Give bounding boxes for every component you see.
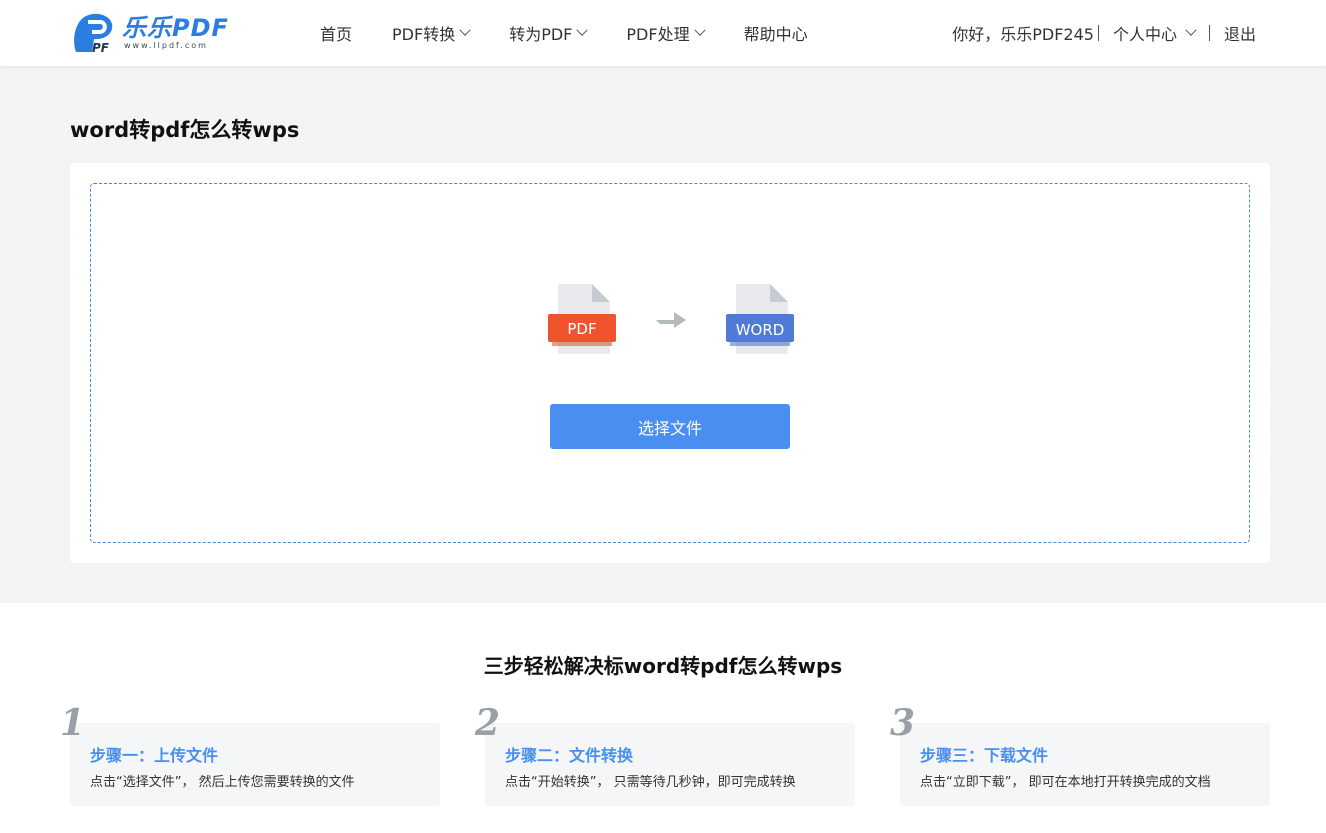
logo-title: 乐乐PDF xyxy=(122,14,229,42)
pdf-label: PDF xyxy=(567,320,596,338)
nav-pdf-convert-label: PDF转换 xyxy=(392,25,456,44)
user-greeting: 你好，乐乐PDF245 xyxy=(952,25,1094,44)
chevron-down-icon xyxy=(459,24,471,36)
step-card-upload: 1 步骤一：上传文件 点击“选择文件”， 然后上传您需要转换的文件 xyxy=(60,703,440,806)
nav-home-label: 首页 xyxy=(320,25,353,44)
step-title: 步骤二：文件转换 xyxy=(505,746,634,765)
pdf-file-icon: PDF xyxy=(548,284,616,354)
nav-to-pdf[interactable]: 转为PDF xyxy=(509,21,589,45)
step-desc: 点击“开始转换”， 只需等待几秒钟，即可完成转换 xyxy=(505,775,796,790)
word-label: WORD xyxy=(736,321,785,339)
nav-pdf-process-label: PDF处理 xyxy=(626,25,690,44)
nav-pdf-process[interactable]: PDF处理 xyxy=(626,21,706,45)
divider xyxy=(1208,25,1210,41)
select-file-button[interactable]: 选择文件 xyxy=(550,404,790,449)
nav-home[interactable]: 首页 xyxy=(320,21,352,45)
step-desc: 点击“选择文件”， 然后上传您需要转换的文件 xyxy=(90,775,355,790)
step-desc: 点击“立即下载”， 即可在本地打开转换完成的文档 xyxy=(920,775,1211,790)
logout-link[interactable]: 退出 xyxy=(1224,21,1256,45)
chevron-down-icon xyxy=(693,24,706,36)
main-area: word转pdf怎么转wps PDF WORD 选择文件 xyxy=(0,66,1326,603)
arrow-right-icon xyxy=(656,312,686,328)
step-number: 3 xyxy=(890,702,916,744)
logo-icon: PF xyxy=(74,13,113,54)
site-logo[interactable]: PF 乐乐PDF www.llpdf.com xyxy=(70,12,230,54)
word-file-icon: WORD xyxy=(726,284,794,354)
nav-help-center[interactable]: 帮助中心 xyxy=(744,21,808,45)
nav-help-center-label: 帮助中心 xyxy=(743,25,808,44)
user-area: 你好，乐乐PDF245 个人中心 退出 xyxy=(952,0,1256,66)
user-center-menu[interactable]: 个人中心 xyxy=(1112,21,1197,45)
chevron-down-icon xyxy=(576,24,589,36)
nav-to-pdf-label: 转为PDF xyxy=(509,25,573,44)
nav-pdf-convert[interactable]: PDF转换 xyxy=(392,21,471,45)
step-title: 步骤三：下载文件 xyxy=(920,746,1049,765)
chevron-down-icon xyxy=(1185,24,1197,36)
step-card-convert: 2 步骤二：文件转换 点击“开始转换”， 只需等待几秒钟，即可完成转换 xyxy=(475,703,855,806)
logo-url: www.llpdf.com xyxy=(124,41,208,50)
steps-title: 三步轻松解决标word转pdf怎么转wps xyxy=(483,654,843,678)
step-card-download: 3 步骤三：下载文件 点击“立即下载”， 即可在本地打开转换完成的文档 xyxy=(890,703,1270,806)
step-number: 2 xyxy=(475,702,501,744)
step-title: 步骤一：上传文件 xyxy=(90,746,219,765)
svg-text:PF: PF xyxy=(92,41,110,54)
main-nav: 首页 PDF转换 转为PDF PDF处理 帮助中心 xyxy=(320,0,848,66)
file-dropzone[interactable]: PDF WORD 选择文件 xyxy=(90,183,1250,543)
top-header: PF 乐乐PDF www.llpdf.com 首页 PDF转换 转为PDF PD… xyxy=(0,0,1326,66)
upload-panel: PDF WORD 选择文件 xyxy=(70,163,1270,563)
page-title: word转pdf怎么转wps xyxy=(70,118,300,142)
divider xyxy=(1097,25,1099,41)
user-center-label: 个人中心 xyxy=(1112,25,1177,44)
step-number: 1 xyxy=(60,702,86,744)
